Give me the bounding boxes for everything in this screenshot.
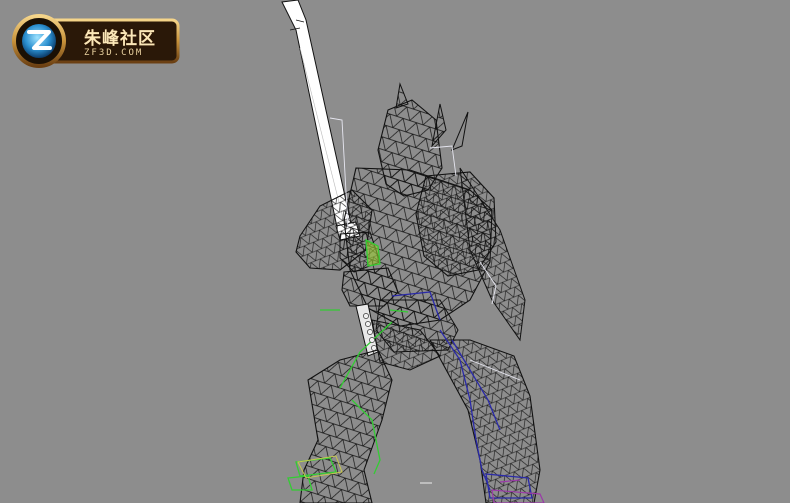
leg-left-mesh[interactable]: [299, 349, 393, 503]
wireframe-scene[interactable]: [0, 0, 790, 503]
3d-viewport[interactable]: 朱峰社区 ZF3D.COM: [0, 0, 790, 503]
viewport-marker: [420, 482, 432, 484]
helmet-horn-crest[interactable]: [451, 111, 469, 151]
z-letter-icon: [27, 30, 52, 50]
logo-url: ZF3D.COM: [84, 48, 144, 58]
logo-title: 朱峰社区: [84, 29, 156, 49]
site-logo[interactable]: 朱峰社区 ZF3D.COM: [12, 14, 180, 68]
